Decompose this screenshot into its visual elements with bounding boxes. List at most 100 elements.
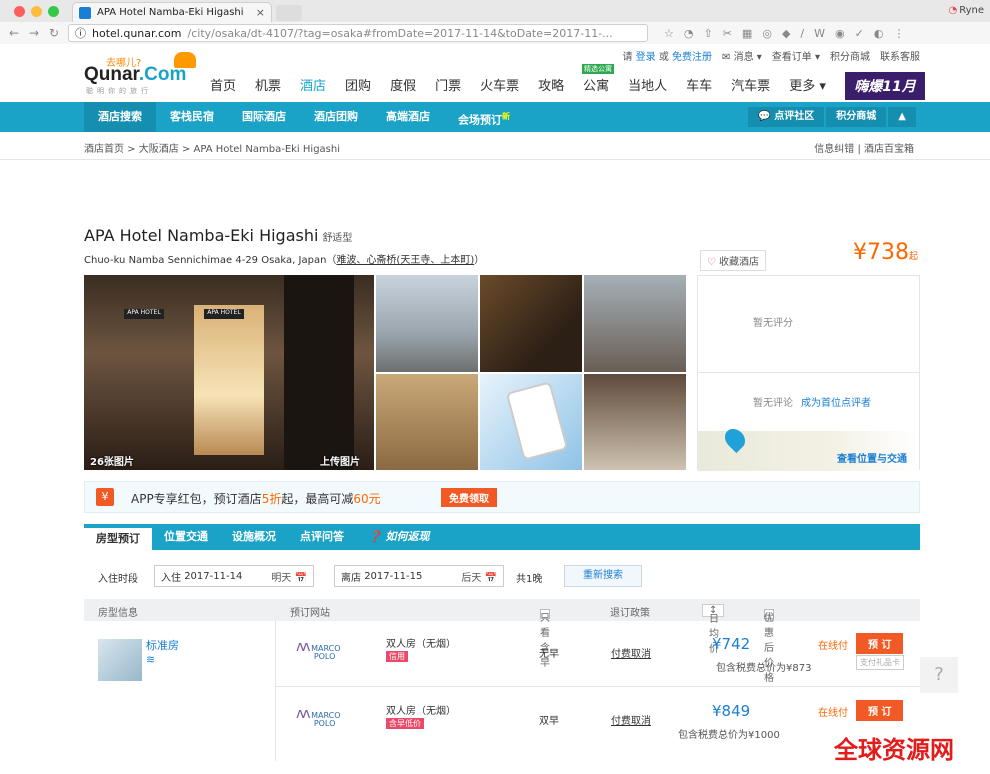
close-window-button[interactable] [14,6,25,17]
hotel-photo-thumb[interactable] [480,374,582,470]
help-button[interactable]: ? [920,657,958,693]
new-tab-button[interactable] [276,5,302,21]
location-link[interactable]: 查看位置与交通 [837,450,907,465]
subnav-groupbuy[interactable]: 酒店团购 [300,102,372,132]
forward-icon[interactable]: → [28,26,40,40]
site-name-bottom: POLO [313,719,336,728]
extension-icon[interactable]: ◔ [684,27,694,40]
hotel-photo-thumb[interactable] [376,275,478,372]
nav-flights[interactable]: 机票 [255,75,281,94]
tab-reviews[interactable]: 点评问答 [288,524,356,550]
extension-icons: ☆ ◔ ⇧ ✂ ▦ ◎ ◆ / W ◉ ✓ ◐ ⋮ [664,27,904,40]
room-name-link[interactable]: 标准房 [146,637,179,653]
url-host: hotel.qunar.com [92,26,182,40]
extension-icon[interactable]: ✓ [855,27,864,40]
breadcrumb-right-links[interactable]: 信息纠错 | 酒店百宝箱 [814,140,914,155]
sort-avg-price[interactable]: 日均价 ↕ [702,604,725,655]
nav-tickets[interactable]: 门票 [435,75,461,94]
subnav-inns[interactable]: 客栈民宿 [156,102,228,132]
offer-cancel-policy[interactable]: 付费取消 [611,712,651,727]
subnav-intl[interactable]: 国际酒店 [228,102,300,132]
register-link[interactable]: 免费注册 [672,52,712,63]
book-button[interactable]: 预 订 [856,700,904,721]
extension-icon[interactable]: ◆ [782,27,790,40]
extension-icon[interactable]: ◉ [835,27,845,40]
area-link[interactable]: 难波、心斋桥(天王寺、上本町) [336,255,474,266]
back-icon[interactable]: ← [8,26,20,40]
nav-hotels[interactable]: 酒店 [300,75,326,94]
extension-icon[interactable]: ⇧ [703,27,712,40]
extension-icon[interactable]: / [800,27,804,40]
maximize-window-button[interactable] [48,6,59,17]
profile-name: Ryne [959,5,984,16]
checkout-label: 离店 [341,572,361,584]
reload-icon[interactable]: ↻ [48,26,60,40]
menu-icon[interactable]: ⋮ [893,27,904,40]
subnav-venue[interactable]: 会场预订新 [444,102,524,132]
offer-pay-method: 在线付 [818,708,848,719]
extension-icon[interactable]: ▦ [742,27,752,40]
nav-bus[interactable]: 汽车票 [731,75,770,94]
url-input[interactable]: ⓘ hotel.qunar.com/city/osaka/dt-4107/?ta… [68,24,648,42]
extension-icon[interactable]: ◐ [874,27,884,40]
offer-cancel-policy[interactable]: 付费取消 [611,645,651,660]
promo-banner[interactable]: 嗨爆11月 [845,72,925,100]
minimize-window-button[interactable] [31,6,42,17]
hotel-photo-thumb[interactable] [376,374,478,470]
subnav-hotel-search[interactable]: 酒店搜索 [84,102,156,132]
claim-button[interactable]: 免费领取 [441,488,497,507]
tab-close-icon[interactable]: × [256,6,265,19]
tab-facilities[interactable]: 设施概况 [220,524,288,550]
room-thumbnail[interactable] [98,639,142,681]
service-link[interactable]: 联系客服 [880,48,920,63]
messages-link[interactable]: ✉ 消息 ▾ [722,48,762,63]
bookmark-star-icon[interactable]: ☆ [664,27,674,40]
upload-photo-label[interactable]: 上传图片 [320,453,360,468]
entrance-sign: APA HOTEL [124,309,164,319]
points-link[interactable]: 积分商城 [830,48,870,63]
nav-guides[interactable]: 攻略 [538,75,564,94]
nav-home[interactable]: 首页 [210,75,236,94]
nights-count: 共1晚 [516,574,543,585]
research-button[interactable]: 重新搜索 [564,565,642,587]
favicon-icon [79,6,91,19]
main-hotel-photo[interactable]: APA HOTEL APA HOTEL 26张图片 上传图片 [84,275,374,470]
checkin-date-input[interactable]: 入住 2017-11-14 明天 📅 [154,565,314,587]
nav-vacation[interactable]: 度假 [390,75,416,94]
breadcrumb[interactable]: 酒店首页 > 大阪酒店 > APA Hotel Namba-Eki Higash… [84,140,340,155]
orders-link[interactable]: 查看订单 ▾ [772,48,820,63]
book-button[interactable]: 预 订 [856,633,904,654]
nav-train[interactable]: 火车票 [480,75,519,94]
subnav-luxury[interactable]: 高端酒店 [372,102,444,132]
extension-icon[interactable]: ◎ [762,27,772,40]
nav-cars[interactable]: 车车 [686,75,712,94]
hotel-photo-thumb[interactable] [584,275,686,372]
nav-locals[interactable]: 当地人 [628,75,667,94]
subnav-points-mall[interactable]: 积分商城 [826,107,887,127]
nav-more[interactable]: 更多 ▾ [789,75,826,94]
qunar-logo[interactable]: 去哪儿? Qunar.Com 聪明你的旅行 [84,48,204,96]
top-links: 请 登录 或 免费注册 ✉ 消息 ▾ 查看订单 ▾ 积分商城 联系客服 [622,48,920,63]
tab-location[interactable]: 位置交通 [152,524,220,550]
tab-room-booking[interactable]: 房型预订 [84,526,152,550]
login-link[interactable]: 登录 [636,52,656,63]
nav-groupbuy[interactable]: 团购 [345,75,371,94]
tab-title: APA Hotel Namba-Eki Higashi [97,7,244,18]
app-promo-bar: ¥ APP专享红包，预订酒店5折起，最高可减60元 免费领取 [84,481,920,513]
hotel-photo-thumb[interactable] [480,275,582,372]
profile-button[interactable]: ◔ Ryne [948,5,984,16]
first-review-link[interactable]: 成为首位点评者 [801,398,871,409]
hotel-photo-thumb[interactable] [584,374,686,470]
nav-apartments[interactable]: 公寓 [583,75,609,94]
extension-icon[interactable]: W [814,27,825,40]
calendar-icon: 📅 [294,572,307,584]
favorite-hotel-button[interactable]: ♡ 收藏酒店 [700,250,766,271]
tab-cashback[interactable]: ❓ 如何返现 [356,524,442,550]
subnav-user-icon[interactable]: ▲ [888,107,916,127]
wifi-icon: ≋ [146,653,156,666]
extension-icon[interactable]: ✂ [723,27,732,40]
checkout-date-input[interactable]: 离店 2017-11-15 后天 📅 [334,565,504,587]
subnav-review-community[interactable]: 💬 点评社区 [748,107,825,127]
browser-tab[interactable]: APA Hotel Namba-Eki Higashi × [72,2,272,22]
photo-count-label[interactable]: 26张图片 [90,453,134,468]
